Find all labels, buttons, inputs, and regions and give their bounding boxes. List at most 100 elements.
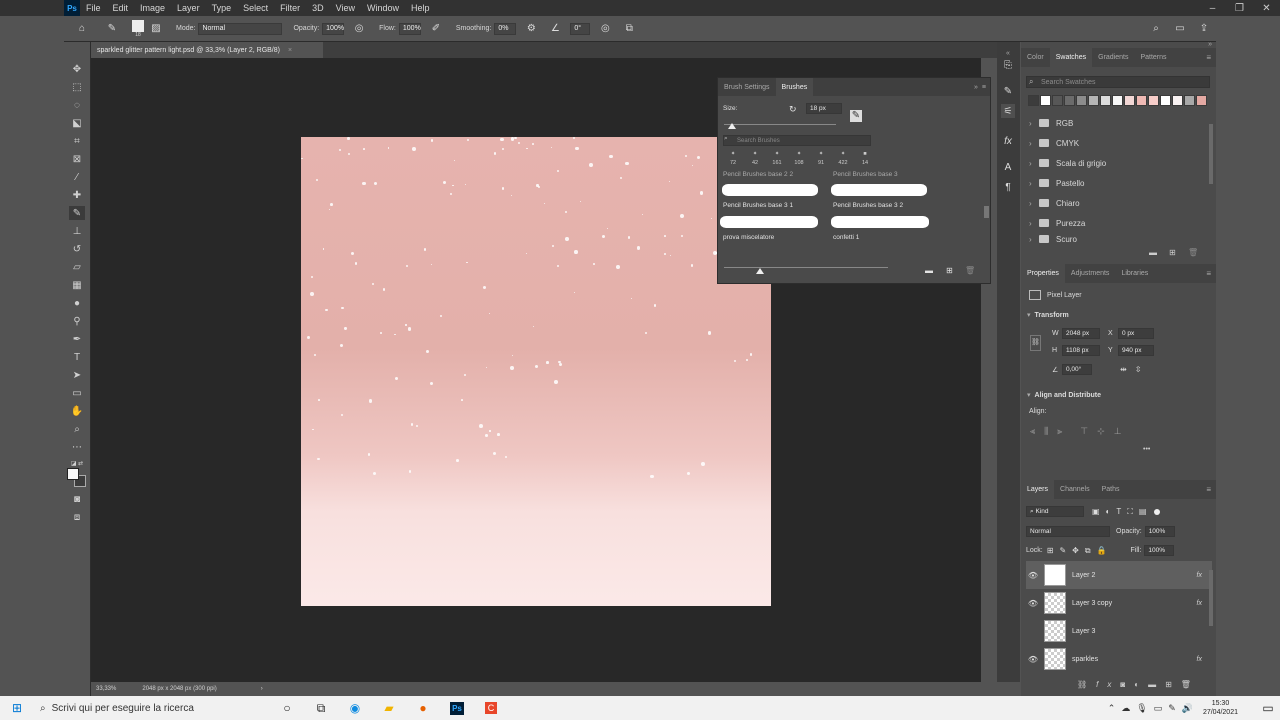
lock-options-icons[interactable]: ⊞✎✥⧉🔒 [1047, 546, 1113, 556]
delete-brush-icon[interactable]: 🗑 [965, 266, 975, 275]
new-group-icon[interactable]: ▬ [925, 266, 933, 275]
minimize-button[interactable]: – [1199, 3, 1226, 14]
tab-paths[interactable]: Paths [1096, 480, 1126, 499]
recent-brush-item[interactable]: ✦ 91 [812, 150, 830, 168]
tab-properties[interactable]: Properties [1021, 264, 1065, 283]
tab-libraries[interactable]: Libraries [1115, 264, 1154, 283]
zoom-level[interactable]: 33,33% [96, 686, 116, 692]
new-swatch-icon[interactable]: ⊞ [1169, 248, 1176, 257]
menu-help[interactable]: Help [405, 3, 436, 13]
align-top-icon[interactable]: ⊤ [1080, 426, 1088, 437]
brush-settings-toggle-icon[interactable]: ▨ [148, 21, 164, 37]
recent-brush-item[interactable]: ✦ 108 [790, 150, 808, 168]
zoom-tool-icon[interactable]: ⌕ [69, 422, 85, 436]
swatch-color[interactable] [1100, 95, 1111, 106]
flow-input[interactable]: 100% [398, 22, 421, 35]
path-selection-tool-icon[interactable]: ➤ [69, 368, 85, 382]
align-left-icon[interactable]: ⫷ [1030, 426, 1035, 437]
layer-effects-icon[interactable]: fx [1197, 656, 1202, 663]
swatch-color[interactable] [1064, 95, 1075, 106]
panel-menu-icon[interactable]: ≡ [1206, 485, 1211, 494]
frame-tool-icon[interactable]: ⊠ [69, 152, 85, 166]
rectangle-tool-icon[interactable]: ▭ [69, 386, 85, 400]
add-style-icon[interactable]: fx [1096, 680, 1120, 689]
brush-item-label[interactable]: confetti 1 [833, 234, 859, 241]
screen-recorder-icon[interactable]: C [474, 696, 508, 720]
brush-stroke-preview[interactable] [722, 184, 818, 196]
swatch-color[interactable] [1184, 95, 1195, 106]
swatch-color[interactable] [1088, 95, 1099, 106]
preview-size-slider-track[interactable] [724, 267, 888, 268]
layer-row[interactable]: 👁 sparkles fx [1026, 645, 1212, 673]
pen-tool-icon[interactable]: ✒ [69, 332, 85, 346]
adjustment-layer-icon[interactable]: ◐ [1134, 680, 1148, 689]
brush-preset-icon[interactable]: ✎ [104, 21, 120, 37]
recent-brush-item[interactable]: ✦ 161 [768, 150, 786, 168]
layers-scrollbar[interactable] [1209, 570, 1213, 626]
swatch-folder[interactable]: › RGB [1029, 115, 1209, 131]
new-swatch-group-icon[interactable]: ▬ [1149, 248, 1157, 257]
brush-size-input[interactable]: 18 px [806, 103, 842, 114]
swatch-color[interactable] [1172, 95, 1183, 106]
lasso-tool-icon[interactable]: ◌ [69, 98, 85, 112]
menu-layer[interactable]: Layer [171, 3, 206, 13]
more-options-button[interactable]: ••• [1143, 446, 1150, 453]
pen-icon[interactable]: ✎ [1168, 703, 1176, 714]
height-input[interactable]: 1108 px [1062, 345, 1100, 356]
pressure-opacity-icon[interactable]: ◎ [351, 21, 367, 37]
layer-opacity-input[interactable]: 100% [1144, 526, 1175, 537]
swatch-color[interactable] [1136, 95, 1147, 106]
new-layer-icon[interactable]: ⊞ [1165, 680, 1181, 689]
more-tools-icon[interactable]: ⋯ [69, 440, 85, 454]
brush-size-picker[interactable]: 18 [132, 19, 144, 38]
firefox-icon[interactable]: ● [406, 696, 440, 720]
flip-horizontal-icon[interactable]: ⇹ [1120, 365, 1127, 374]
new-group-icon[interactable]: ▬ [1148, 680, 1165, 689]
new-brush-icon[interactable]: ✎ [850, 110, 862, 122]
add-mask-icon[interactable]: ◙ [1120, 680, 1134, 689]
object-selection-tool-icon[interactable]: ⬕ [69, 116, 85, 130]
y-input[interactable]: 940 px [1118, 345, 1154, 356]
search-brushes-input[interactable]: Search Brushes [723, 135, 871, 146]
swatch-color[interactable] [1028, 95, 1039, 106]
width-input[interactable]: 2048 px [1062, 328, 1100, 339]
edge-icon[interactable]: ◉ [338, 696, 372, 720]
x-input[interactable]: 0 px [1118, 328, 1154, 339]
menu-file[interactable]: File [80, 3, 107, 13]
cloud-icon[interactable]: ☁ [1121, 703, 1130, 714]
status-menu-arrow[interactable]: › [261, 686, 263, 692]
tab-color[interactable]: Color [1021, 48, 1050, 67]
panel-menu-icon[interactable]: ≡ [1206, 269, 1211, 278]
symmetry-icon[interactable]: ⧉ [621, 21, 637, 37]
screen-mode-icon[interactable]: ⧈ [69, 510, 85, 524]
swatch-folder[interactable]: › Scala di grigio [1029, 155, 1209, 171]
paragraph-panel-icon[interactable]: ¶ [1001, 180, 1015, 194]
panel-menu-icon[interactable]: ≡ [1206, 53, 1211, 62]
cortana-icon[interactable]: ○ [270, 696, 304, 720]
layer-row[interactable]: 👁 Layer 2 fx [1026, 561, 1212, 589]
brush-panel-icon[interactable]: ✎ [1001, 84, 1015, 98]
filter-kind-select[interactable]: ⌕ Kind [1026, 506, 1084, 517]
layer-effects-icon[interactable]: fx [1197, 600, 1202, 607]
link-layers-icon[interactable]: ⛓ [1077, 680, 1096, 689]
angle-input[interactable]: 0° [570, 22, 591, 35]
search-swatches-input[interactable]: Search Swatches [1026, 76, 1210, 88]
align-right-icon[interactable]: ⫸ [1057, 426, 1062, 437]
notifications-icon[interactable]: ▭ [1256, 696, 1280, 720]
reset-size-icon[interactable]: ↻ [789, 104, 797, 115]
swatch-folder[interactable]: › Pastello [1029, 175, 1209, 191]
move-tool-icon[interactable]: ✥ [69, 62, 85, 76]
tab-brushes[interactable]: Brushes [775, 78, 814, 96]
collapse-right-icon[interactable]: » [1208, 41, 1212, 48]
recent-brush-item[interactable]: ✦ 42 [746, 150, 764, 168]
layer-name[interactable]: Layer 2 [1072, 572, 1095, 579]
tab-adjustments[interactable]: Adjustments [1065, 264, 1116, 283]
swatch-color[interactable] [1040, 95, 1051, 106]
smoothing-input[interactable]: 0% [494, 22, 517, 35]
swatch-color[interactable] [1124, 95, 1135, 106]
home-icon[interactable]: ⌂ [74, 21, 90, 37]
swatch-folder[interactable]: › Chiaro [1029, 195, 1209, 211]
hand-tool-icon[interactable]: ✋ [69, 404, 85, 418]
recent-brush-item[interactable]: ✦ 422 [834, 150, 852, 168]
menu-window[interactable]: Window [361, 3, 405, 13]
